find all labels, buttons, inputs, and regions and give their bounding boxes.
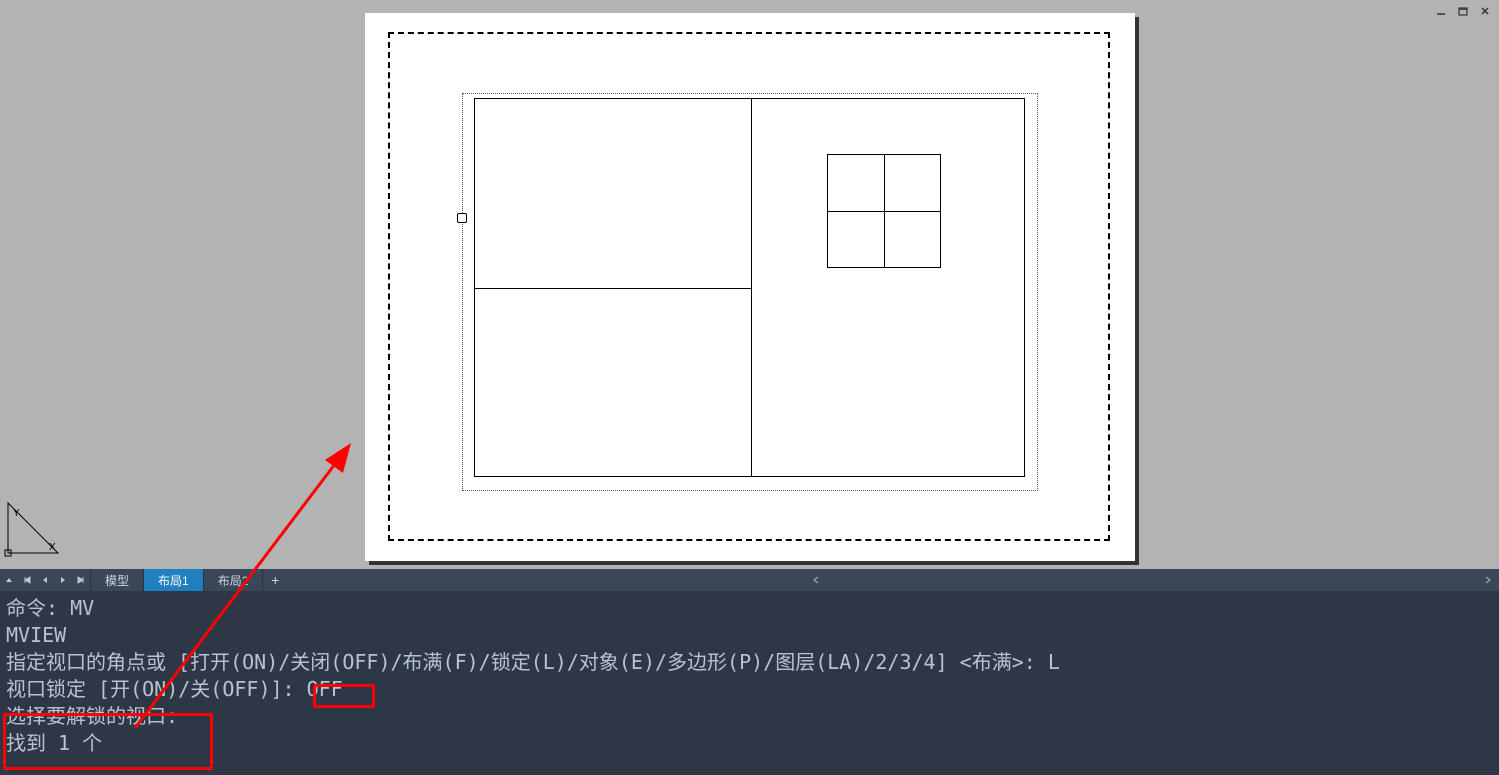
viewport-midpoint-grip[interactable] (457, 213, 467, 223)
ucs-icon: Y X (3, 498, 63, 558)
scroll-right-arrow[interactable] (1479, 569, 1497, 591)
tab-nav-last[interactable] (72, 569, 90, 591)
layout-tabs: 模型 布局1 布局2 + (91, 569, 287, 591)
tab-layout2[interactable]: 布局2 (204, 569, 264, 591)
command-line-6: 找到 1 个 (6, 730, 1493, 757)
layout-tab-bar: 模型 布局1 布局2 + (0, 569, 1499, 591)
drawing-canvas[interactable]: Y X (0, 0, 1499, 569)
minimize-icon[interactable] (1433, 4, 1449, 18)
tab-model[interactable]: 模型 (91, 569, 144, 591)
command-line-5: 选择要解锁的视口: (6, 703, 1493, 730)
command-line-panel[interactable]: 命令: MV MVIEW 指定视口的角点或 [打开(ON)/关闭(OFF)/布满… (0, 591, 1499, 775)
command-line-1: 命令: MV (6, 595, 1493, 622)
tab-nav-controls (0, 569, 91, 591)
tab-layout1[interactable]: 布局1 (144, 569, 204, 591)
grid-2x2-object (827, 154, 941, 268)
viewport-divider-horizontal (474, 288, 752, 289)
tab-nav-up[interactable] (0, 569, 18, 591)
tab-add-button[interactable]: + (263, 569, 287, 591)
close-icon[interactable] (1477, 4, 1493, 18)
horizontal-scroll-strip[interactable] (287, 569, 1499, 591)
command-line-3: 指定视口的角点或 [打开(ON)/关闭(OFF)/布满(F)/锁定(L)/对象(… (6, 649, 1493, 676)
maximize-icon[interactable] (1455, 4, 1471, 18)
tab-nav-prev[interactable] (36, 569, 54, 591)
command-line-2: MVIEW (6, 622, 1493, 649)
window-controls (1433, 4, 1493, 18)
command-line-4: 视口锁定 [开(ON)/关(OFF)]: OFF (6, 676, 1493, 703)
ucs-y-label: Y (13, 508, 20, 519)
ucs-x-label: X (49, 542, 56, 553)
scroll-left-arrow[interactable] (807, 569, 825, 591)
tab-nav-next[interactable] (54, 569, 72, 591)
tab-nav-first[interactable] (18, 569, 36, 591)
